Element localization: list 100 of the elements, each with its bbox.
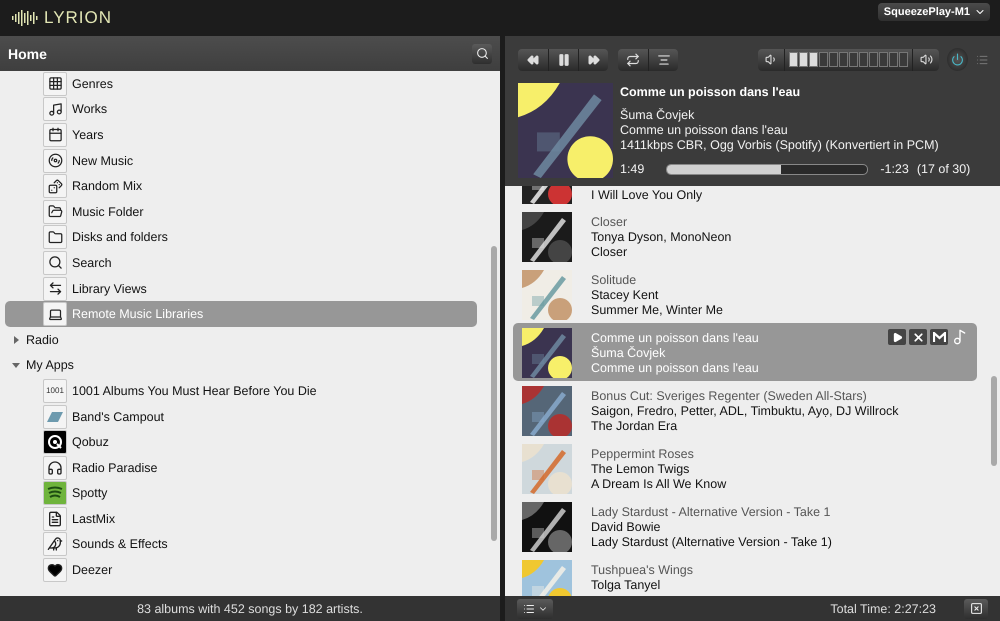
track-title: Lady Stardust - Alternative Version - Take 1 <box>591 505 832 520</box>
scrollbar[interactable] <box>491 246 497 541</box>
track-title: Comme un poisson dans l'eau <box>591 331 759 346</box>
lines-icon <box>656 52 670 66</box>
pause-icon <box>556 52 570 66</box>
menu-item[interactable]: Deezer <box>5 557 477 583</box>
view-menu-button[interactable] <box>517 598 553 618</box>
search-icon <box>476 47 488 60</box>
menu-item[interactable]: Spotty <box>5 480 477 506</box>
track-album: I Will Love You Only <box>591 188 702 203</box>
m-letter-icon <box>932 332 946 342</box>
playlist-row[interactable]: I Will Love You Only <box>513 186 977 207</box>
track-artist: Tolga Tanyel <box>591 578 662 593</box>
remove-button[interactable] <box>909 329 927 345</box>
calendar-icon <box>43 122 67 147</box>
track-album: Closer <box>591 244 628 260</box>
menu-item[interactable]: Qobuz <box>5 429 477 455</box>
parallelogram-icon <box>43 404 67 429</box>
waveform-logo-icon <box>12 9 38 27</box>
track-artist: David Bowie <box>591 520 662 535</box>
scrollbar[interactable] <box>991 376 997 466</box>
track-title: Bonus Cut: Sveriges Regenter (Sweden All-Stars) <box>591 389 868 404</box>
track-artist: Šuma Čovjek <box>591 346 666 361</box>
track-title: Closer <box>591 215 628 230</box>
power-button[interactable] <box>947 48 968 71</box>
track-position: (17 of 30) <box>916 162 970 177</box>
menu-item[interactable]: Random Mix <box>5 173 477 199</box>
music-folder-icon <box>43 200 67 224</box>
menu-item[interactable]: LastMix <box>5 506 477 532</box>
menu-item[interactable]: Years <box>5 122 477 148</box>
search-icon <box>43 250 67 275</box>
menu-item[interactable]: Disks and folders <box>5 224 477 250</box>
track-album: A Dream Is All We Know <box>591 476 726 492</box>
track-album: Comme un poisson dans l'eau <box>620 123 789 138</box>
collapsed-triangle-icon[interactable] <box>11 334 21 345</box>
menu-item[interactable]: New Music <box>5 148 477 174</box>
playlist-row[interactable]: Solitude Stacey Kent Summer Me, Winter Me <box>513 265 977 323</box>
menu-item[interactable]: Sounds & Effects <box>5 532 477 558</box>
folder-icon <box>43 225 67 250</box>
menu-item[interactable]: Genres <box>5 71 477 97</box>
play-button[interactable] <box>888 329 906 345</box>
track-format: 1411kbps CBR, Ogg Vorbis (Spotify) (Konvertiert in PCM) <box>620 138 940 153</box>
menu-item[interactable]: Search <box>5 250 477 276</box>
wave-logo-icon <box>43 481 67 506</box>
arrows-icon <box>43 276 67 301</box>
track-title: Tushpuea's Wings <box>591 563 693 578</box>
app-logo-text: 1001 <box>46 386 64 396</box>
track-artist: Saigon, Fredro, Petter, ADL, Timbuktu, Ayọ, DJ Willrock <box>591 404 899 419</box>
playlist-row[interactable]: Peppermint Roses The Lemon Twigs A Dream Is All We Know <box>513 439 977 497</box>
progress-bar[interactable] <box>666 164 868 175</box>
track-title: Comme un poisson dans l'eau <box>620 85 802 99</box>
folder-label[interactable]: Radio <box>26 332 59 347</box>
music-note-icon <box>43 97 67 122</box>
clear-icon <box>970 602 982 615</box>
playlist-row[interactable]: Closer Tonya Dyson, MonoNeon Closer <box>513 207 977 265</box>
player-select[interactable]: SqueezePlay-M1 <box>878 3 990 21</box>
track-album: The Jordan Era <box>591 418 678 434</box>
repeat-icon <box>626 52 640 66</box>
track-album: Comme un poisson dans l'eau <box>591 360 759 376</box>
bird-icon <box>43 532 67 556</box>
track-artist: Šuma Čovjek <box>620 108 696 123</box>
elapsed-time: 1:49 <box>620 162 644 177</box>
menu-item[interactable]: Works <box>5 96 477 122</box>
rewind-icon <box>527 54 539 66</box>
menu-item[interactable]: Library Views <box>5 276 477 302</box>
expanded-triangle-icon[interactable] <box>11 360 21 370</box>
play-icon <box>892 332 902 342</box>
menu-item[interactable]: Music Folder <box>5 198 477 225</box>
volume-slider[interactable] <box>784 48 913 70</box>
laptop-icon <box>43 302 67 326</box>
power-icon <box>950 53 964 66</box>
speaker-icon <box>764 53 778 66</box>
close-icon <box>912 330 924 344</box>
track-title: Peppermint Roses <box>591 447 695 462</box>
music-note-icon <box>952 329 968 345</box>
dice-icon <box>43 174 67 198</box>
document-icon <box>43 506 67 531</box>
logo-text: LYRION <box>44 8 112 28</box>
playlist-row[interactable]: Bonus Cut: Sveriges Regenter (Sweden All-Stars) Saigon, Fredro, Petter, ADL, Timbuktu, Ayọ, DJ Willrock The Jordan Era <box>513 381 977 439</box>
menu-item[interactable]: Band's Campout <box>5 404 477 430</box>
loud-speaker-icon <box>920 53 932 66</box>
library-summary: 83 albums with 452 songs by 182 artists. <box>137 602 363 616</box>
headphones-icon <box>43 456 67 480</box>
more-button[interactable] <box>930 329 948 345</box>
track-album: Lady Stardust (Alternative Version - Take 1) <box>591 534 832 550</box>
menu-item[interactable]: Radio Paradise <box>5 454 477 480</box>
q-logo-icon <box>43 430 67 454</box>
folder-label[interactable]: My Apps <box>26 358 74 372</box>
track-title: Solitude <box>591 273 638 288</box>
menu-item[interactable]: 1001 1001 Albums You Must Hear Before You Die <box>5 378 477 404</box>
track-album: Summer Me, Winter Me <box>591 302 723 318</box>
track-artist: Stacey Kent <box>591 288 660 303</box>
clear-playlist-button[interactable] <box>964 598 988 618</box>
panel-title: Home <box>8 46 47 62</box>
playlist-row[interactable]: Lady Stardust - Alternative Version - Take 1 David Bowie Lady Stardust (Alternative Version - Take 1) <box>513 497 977 555</box>
remaining-time: -1:23 <box>880 162 909 177</box>
fast-forward-icon <box>588 54 600 66</box>
track-artist: Tonya Dyson, MonoNeon <box>591 230 732 245</box>
track-artist: The Lemon Twigs <box>591 462 690 477</box>
search-button[interactable] <box>472 44 492 64</box>
